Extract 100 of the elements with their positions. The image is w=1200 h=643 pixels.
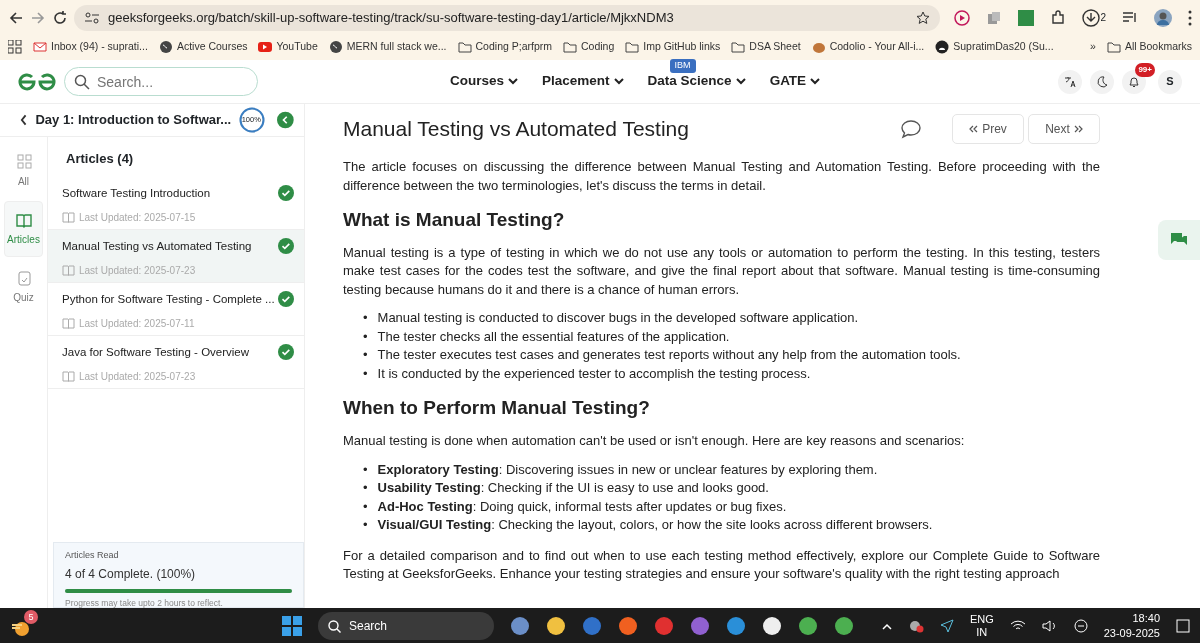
bookmark[interactable]: Codolio - Your All-i... xyxy=(811,39,925,55)
bullet-item: Ad-Hoc Testing: Doing quick, informal tests after updates or bug fixes. xyxy=(377,497,787,516)
bookmark[interactable]: Imp GitHub links xyxy=(625,39,721,55)
back-icon[interactable] xyxy=(8,9,24,26)
bookmark[interactable]: Coding xyxy=(563,39,615,55)
mail-icon xyxy=(33,40,47,54)
address-bar[interactable]: geeksforgeeks.org/batch/skill-up-software-testing/track/su-software-testing-day1/article/MjkxNDM3 xyxy=(74,4,941,31)
language-code: ENG xyxy=(969,613,994,626)
grid-icon xyxy=(14,153,33,170)
bookmark[interactable]: MERN full stack we... xyxy=(328,39,447,55)
bookmark[interactable]: Active Courses xyxy=(158,39,248,55)
clock[interactable]: 18:40 23-09-2025 xyxy=(1103,611,1160,641)
chevron-up-icon[interactable] xyxy=(881,622,892,630)
bullet-marker: • xyxy=(363,479,368,498)
sidebar-tab[interactable]: Quiz xyxy=(4,259,43,315)
menu-item[interactable]: GATE xyxy=(769,71,821,92)
overflow-chevron[interactable]: » xyxy=(1090,39,1096,55)
globe-icon xyxy=(158,40,173,54)
wifi-icon[interactable] xyxy=(1009,620,1026,632)
last-updated: Last Updated: 2025-07-15 xyxy=(79,210,196,225)
double-chevron-right-icon xyxy=(1073,125,1083,133)
bookmark[interactable]: Inbox (94) - suprati... xyxy=(33,39,148,55)
cloud-icon[interactable] xyxy=(907,619,924,633)
more-icon[interactable] xyxy=(1188,9,1192,26)
globe-icon xyxy=(328,40,343,54)
paragraph: For a detailed comparison and to find out when to use each testing method effectively, explore our Complete Guide to Software Testing at GeeksforGeeks. Enhance your testing strategies and ensure your software's quality with the right testing approach xyxy=(343,546,1100,584)
paragraph: The article focuses on discussing the difference between Manual Testing and Automation Testing. Before proceeding with the difference between the two terminologies, let's discuss the terms in detail. xyxy=(343,158,1100,195)
extension-logo-icon[interactable] xyxy=(1018,9,1035,26)
next-button[interactable]: Next xyxy=(1028,114,1100,144)
theme-button[interactable] xyxy=(1090,69,1114,94)
article-title: Software Testing Introduction xyxy=(62,185,211,201)
bookmark[interactable]: YouTube xyxy=(258,39,318,55)
download-count: 2 xyxy=(1100,11,1106,25)
download-icon[interactable] xyxy=(1082,8,1101,27)
bullet-marker: • xyxy=(363,327,368,346)
notification-badge: 5 xyxy=(24,610,38,624)
article-item[interactable]: Software Testing Introduction Last Updated: 2025-07-15 xyxy=(48,176,304,230)
book-icon xyxy=(62,370,75,382)
menu-item[interactable]: Courses xyxy=(450,71,519,92)
apps-icon[interactable] xyxy=(8,40,22,54)
notification-icon[interactable] xyxy=(1176,619,1190,633)
last-updated: Last Updated: 2025-07-11 xyxy=(79,316,195,331)
avatar[interactable]: S xyxy=(1158,69,1182,94)
windows-icon[interactable] xyxy=(282,616,302,636)
avatar-icon[interactable] xyxy=(1154,8,1172,27)
bookmark[interactable]: SupratimDas20 (Su... xyxy=(935,39,1054,55)
time-text: 18:40 xyxy=(1131,611,1160,626)
logo-icon[interactable] xyxy=(18,72,56,91)
section-heading: What is Manual Testing? xyxy=(343,209,566,232)
chat-button[interactable] xyxy=(1158,220,1200,260)
video-icon xyxy=(258,40,273,54)
bookmark[interactable]: All Bookmarks xyxy=(1106,39,1192,55)
url-text: geeksforgeeks.org/batch/skill-up-software-testing/track/su-software-testing-day1/article/MjkxNDM3 xyxy=(108,8,675,27)
chevron-down-icon xyxy=(613,78,624,85)
paragraph: Manual testing is done when automation can't be used or isn't enough. Here are key reasons and scenarios: xyxy=(343,432,966,451)
bullet-marker: • xyxy=(363,516,368,535)
app-icon[interactable] xyxy=(762,616,782,636)
badge: IBM xyxy=(669,59,696,73)
card-label: Articles Read xyxy=(65,549,120,562)
bullet-marker: • xyxy=(363,497,368,516)
moon-icon xyxy=(1096,75,1108,88)
sidebar-tab[interactable]: Articles xyxy=(4,201,43,257)
book-icon xyxy=(62,317,75,329)
article-item[interactable]: Manual Testing vs Automated Testing Last Updated: 2025-07-23 xyxy=(48,229,304,283)
bullet-item: Exploratory Testing: Discovering issues in new or unclear features by exploring them. xyxy=(377,460,878,479)
article-item[interactable]: Java for Software Testing - Overview Last Updated: 2025-07-23 xyxy=(48,335,304,389)
collapse-button[interactable] xyxy=(277,111,294,129)
last-updated: Last Updated: 2025-07-23 xyxy=(79,263,196,278)
copy-icon[interactable] xyxy=(986,9,1003,26)
article-title: Manual Testing vs Automated Testing xyxy=(62,238,252,254)
menu-item[interactable]: Data Science xyxy=(647,71,746,92)
forward-icon[interactable] xyxy=(30,9,46,26)
cat-icon xyxy=(935,40,950,54)
bullet-item: It is conducted by the experienced tester to accomplish the testing process. xyxy=(377,364,811,383)
star-icon[interactable] xyxy=(916,10,931,25)
bullet-item: The tester executes test cases and generates test reports without any help from the automation tools. xyxy=(377,346,961,365)
reload-icon[interactable] xyxy=(52,9,68,26)
course-title: Day 1: Introduction to Softwar... xyxy=(35,111,232,130)
search-icon xyxy=(74,74,90,90)
translate-button[interactable] xyxy=(1058,69,1082,94)
paragraph: Manual testing is a type of testing in which we do not use any tools or automation to perform the testing. In this testing, testers make test cases for the codes test the software, and give the final report about that software. Manual testing is time-consuming testing because humans do it and there is a chance of human errors. xyxy=(343,243,1100,299)
language-indicator[interactable]: ENG IN xyxy=(969,613,994,639)
send-icon[interactable] xyxy=(939,619,954,633)
bookmark[interactable]: Coding P;arfprm xyxy=(457,39,552,55)
comment-icon[interactable] xyxy=(900,119,922,139)
date-text: 23-09-2025 xyxy=(1103,626,1160,641)
puzzle-icon[interactable] xyxy=(1050,9,1067,26)
menu-item[interactable]: Placement xyxy=(542,71,624,92)
speaker-icon[interactable] xyxy=(1041,620,1058,632)
taskbar-search[interactable]: Search xyxy=(318,612,494,640)
play-icon[interactable] xyxy=(954,9,971,26)
back-chevron-icon[interactable] xyxy=(20,114,28,126)
sidebar-tab[interactable]: All xyxy=(4,143,43,199)
bookmark[interactable]: DSA Sheet xyxy=(731,39,801,55)
bullet-marker: • xyxy=(363,309,368,328)
prev-button[interactable]: Prev xyxy=(952,114,1024,144)
search-field[interactable]: Search... xyxy=(64,67,258,96)
site-info-icon[interactable] xyxy=(84,10,100,25)
article-item[interactable]: Python for Software Testing - Complete ... Last Updated: 2025-07-11 xyxy=(48,282,304,336)
bullet-marker: • xyxy=(363,460,368,479)
